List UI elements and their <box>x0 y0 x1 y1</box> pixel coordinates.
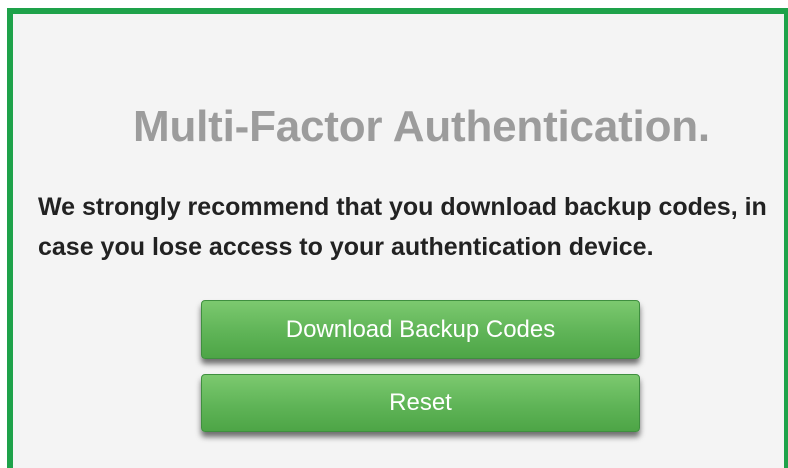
backup-codes-message: We strongly recommend that you download … <box>38 193 767 261</box>
page-title: Multi-Factor Authentication. <box>133 102 710 151</box>
download-backup-codes-button[interactable]: Download Backup Codes <box>201 300 640 359</box>
reset-button[interactable]: Reset <box>201 374 640 432</box>
mfa-panel: Multi-Factor Authentication. We strongly… <box>7 8 788 468</box>
